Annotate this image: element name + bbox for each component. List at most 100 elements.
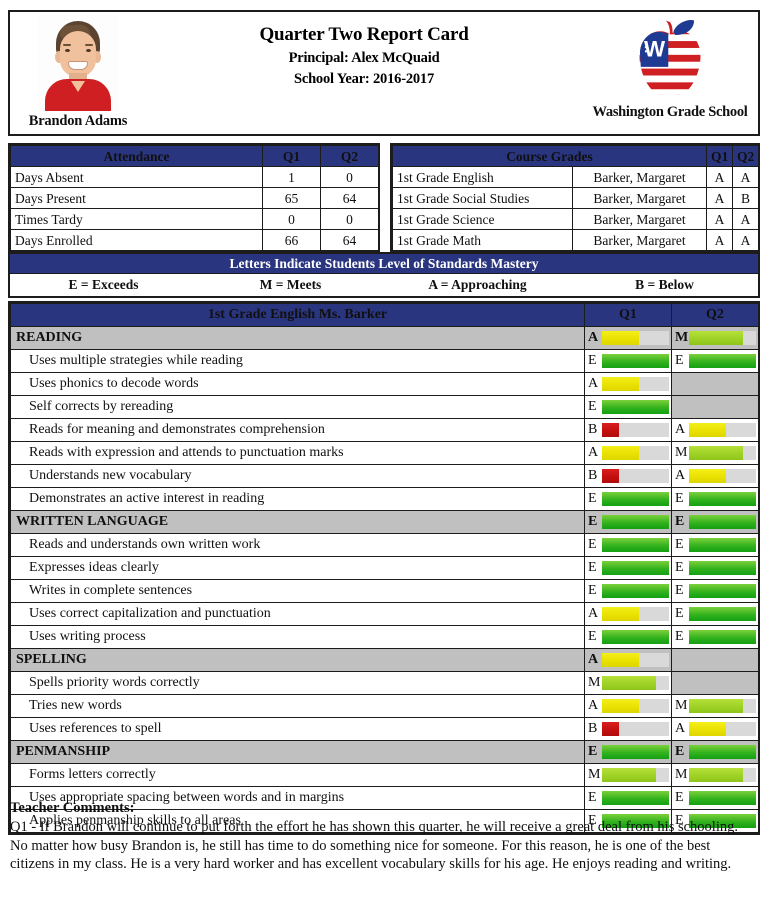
standards-section-row: WRITTEN LANGUAGE E E	[10, 510, 759, 534]
photo-brow-left	[63, 44, 71, 46]
attendance-q2-value: 0	[320, 166, 379, 188]
mastery-indicator: E	[675, 606, 756, 622]
photo-collar	[71, 81, 85, 92]
page-title: Quarter Two Report Card	[259, 24, 469, 45]
mastery-indicator: E	[588, 399, 669, 415]
legend-item: A = Approaching	[428, 277, 527, 292]
mastery-bar-track	[689, 745, 756, 759]
mastery-cell: E	[584, 556, 672, 580]
mastery-bar-fill	[602, 423, 619, 437]
attendance-q2-value: 64	[320, 187, 379, 209]
mastery-bar-track	[689, 538, 756, 552]
standards-section-label: READING	[10, 326, 585, 350]
mastery-bar-fill	[689, 722, 726, 736]
mastery-cell: A	[671, 717, 759, 741]
standards-item-row: Uses correct capitalization and punctuat…	[10, 602, 759, 626]
apple-flag-logo-icon: W	[627, 17, 713, 103]
standards-item-label: Forms letters correctly	[10, 763, 585, 787]
mastery-cell: B	[584, 464, 672, 488]
standards-item-label: Expresses ideas clearly	[10, 556, 585, 580]
attendance-q1-value: 66	[262, 229, 321, 251]
student-photo	[37, 15, 119, 111]
legend-item: E = Exceeds	[68, 277, 139, 292]
standards-item-label: Uses correct capitalization and punctuat…	[10, 602, 585, 626]
mastery-indicator: A	[588, 445, 669, 461]
teacher-comments-body: Q1 - If Brandon will continue to put for…	[10, 819, 738, 872]
attendance-q2-value: 0	[320, 208, 379, 230]
mastery-cell: E	[584, 395, 672, 419]
mastery-cell: E	[671, 556, 759, 580]
mastery-indicator: B	[588, 468, 669, 484]
course-q2-grade: B	[732, 187, 759, 209]
course-grades-table: Course Grades Q1 Q2 1st Grade English Bar…	[392, 145, 759, 251]
standards-item-row: Reads and understands own written work E E	[10, 533, 759, 557]
mastery-bar-track	[602, 446, 669, 460]
mastery-indicator: E	[588, 583, 669, 599]
standards-item-row: Uses writing process E E	[10, 625, 759, 649]
mastery-bar-fill	[689, 584, 756, 598]
mastery-indicator: M	[675, 330, 756, 346]
standards-item-label: Reads for meaning and demonstrates compr…	[10, 418, 585, 442]
attendance-q1-value: 65	[262, 187, 321, 209]
attendance-q1-value: 1	[262, 166, 321, 188]
standards-body: READING A M Uses multiple strategies while …	[10, 326, 759, 833]
mastery-letter: E	[675, 537, 684, 552]
mastery-letter: M	[675, 698, 688, 713]
table-row: Days Enrolled 66 64	[10, 229, 379, 251]
mastery-indicator: A	[588, 698, 669, 714]
standards-col-q2: Q2	[671, 303, 759, 327]
mastery-cell: B	[584, 418, 672, 442]
mastery-bar-fill	[689, 446, 743, 460]
mastery-letter: E	[588, 583, 597, 598]
standards-item-label: Self corrects by rereading	[10, 395, 585, 419]
standards-table: 1st Grade English Ms. Barker Q1 Q2 READI…	[10, 303, 759, 833]
course-name: 1st Grade Math	[392, 229, 573, 251]
mastery-bar-fill	[602, 446, 639, 460]
standards-section-label: PENMANSHIP	[10, 740, 585, 764]
mastery-bar-fill	[689, 607, 756, 621]
mastery-letter: A	[588, 330, 599, 345]
mastery-indicator: E	[588, 560, 669, 576]
table-row: Times Tardy 0 0	[10, 208, 379, 230]
photo-eye-right	[86, 49, 91, 52]
course-q2-grade: A	[732, 208, 759, 230]
student-name: Brandon Adams	[28, 113, 128, 129]
mastery-letter: M	[588, 675, 601, 690]
mastery-letter: E	[588, 629, 597, 644]
mastery-indicator: E	[675, 353, 756, 369]
mastery-bar-track	[689, 515, 756, 529]
mastery-bar-track	[602, 768, 669, 782]
mastery-cell: M	[671, 694, 759, 718]
mastery-bar-fill	[602, 722, 619, 736]
standards-item-row: Uses references to spell B A	[10, 717, 759, 741]
mastery-indicator: E	[588, 514, 669, 530]
mastery-cell-empty	[671, 648, 759, 672]
mastery-bar-fill	[689, 630, 756, 644]
course-grades-table-wrapper: Course Grades Q1 Q2 1st Grade English Bar…	[390, 143, 760, 253]
mastery-letter: A	[675, 422, 686, 437]
mastery-letter: A	[588, 652, 599, 667]
mastery-letter: E	[675, 583, 684, 598]
mastery-letter: E	[588, 560, 597, 575]
mastery-bar-track	[602, 745, 669, 759]
mastery-cell-empty	[671, 372, 759, 396]
legend-item: M = Meets	[259, 277, 322, 292]
school-logo-cell: W Washington Grade School	[582, 12, 758, 134]
mastery-bar-fill	[602, 400, 669, 414]
mastery-cell: E	[671, 349, 759, 373]
mastery-indicator: E	[675, 514, 756, 530]
standards-item-row: Uses phonics to decode words A	[10, 372, 759, 396]
attendance-header-row: Attendance Q1 Q2	[10, 145, 379, 167]
mastery-cell: A	[584, 602, 672, 626]
mastery-letter: E	[588, 491, 597, 506]
mastery-bar-track	[602, 400, 669, 414]
mastery-letter: E	[675, 744, 685, 759]
course-q1-grade: A	[706, 208, 733, 230]
teacher-comments-section: Teacher Comments: Q1 - If Brandon will c…	[10, 800, 758, 874]
mastery-letter: B	[588, 468, 598, 483]
mastery-bar-fill	[602, 630, 669, 644]
mastery-indicator: E	[675, 491, 756, 507]
course-name: 1st Grade Social Studies	[392, 187, 573, 209]
mastery-cell: E	[671, 533, 759, 557]
standards-item-row: Spells priority words correctly M	[10, 671, 759, 695]
